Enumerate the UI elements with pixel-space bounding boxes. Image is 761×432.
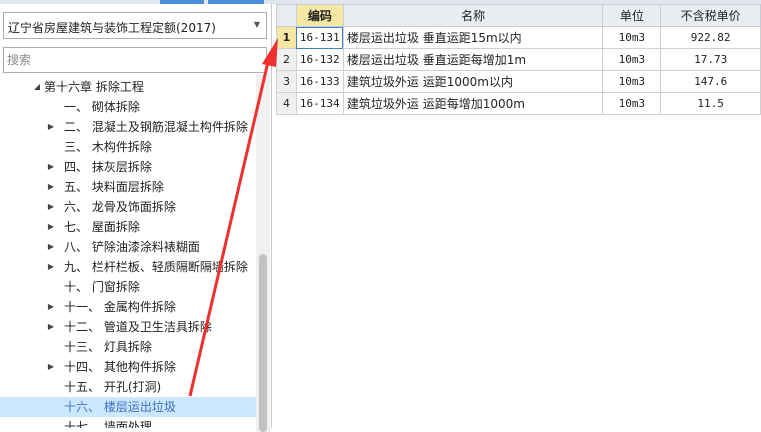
cell-unit[interactable]: 10m3 [602, 48, 662, 71]
cell-name[interactable]: 楼层运出垃圾 垂直运距15m以内 [342, 26, 604, 49]
tree-item[interactable]: 十七、 墙面处理 [0, 417, 256, 428]
table-row[interactable]: 3 16-133 建筑垃圾外运 运距1000m以内 10m3 147.6 [276, 70, 761, 93]
tree-item-label: 一、 砌体拆除 [64, 100, 140, 114]
header-rownum[interactable] [276, 4, 297, 27]
tree-item[interactable]: ▶ 五、 块料面层拆除 [0, 177, 256, 197]
tree-item-label: 四、 抹灰层拆除 [64, 160, 152, 174]
tree-item-label: 三、 木构件拆除 [64, 140, 152, 154]
tree-item[interactable]: ▶ 九、 栏杆栏板、轻质隔断隔墙拆除 [0, 257, 256, 277]
tree-item-label: 十、 门窗拆除 [64, 280, 140, 294]
quota-library-value: 辽宁省房屋建筑与装饰工程定额(2017) [8, 21, 216, 35]
tree-item-label: 十五、 开孔(打洞) [64, 380, 162, 394]
tree-item[interactable]: ▶ 十二、 管道及卫生洁具拆除 [0, 317, 256, 337]
chapter-tree: ◢ 第十六章 拆除工程一、 砌体拆除 ▶ 二、 混凝土及钢筋混凝土构件拆除 三、 木构件… [0, 74, 256, 428]
cell-unit[interactable]: 10m3 [602, 26, 662, 49]
tree-item[interactable]: ▶ 十四、 其他构件拆除 [0, 357, 256, 377]
tree-item[interactable]: ▶ 四、 抹灰层拆除 [0, 157, 256, 177]
expand-arrow-icon[interactable]: ▶ [46, 317, 56, 337]
expand-arrow-icon[interactable]: ▶ [46, 177, 56, 197]
expand-arrow-icon[interactable]: ▶ [46, 237, 56, 257]
table-row[interactable]: 1 16-131 楼层运出垃圾 垂直运距15m以内 10m3 922.82 [276, 26, 761, 49]
row-number[interactable]: 3 [276, 70, 297, 93]
tree-item[interactable]: 十六、 楼层运出垃圾 [0, 397, 256, 417]
tree-item-label: 六、 龙骨及饰面拆除 [64, 200, 176, 214]
cell-price[interactable]: 147.6 [660, 70, 761, 93]
tree-item-label: 十二、 管道及卫生洁具拆除 [64, 320, 212, 334]
quota-grid: 编码 名称 单位 不含税单价 1 16-131 楼层运出垃圾 垂直运距15m以内 10… [276, 4, 761, 115]
cell-unit[interactable]: 10m3 [602, 92, 662, 115]
cell-name[interactable]: 建筑垃圾外运 运距每增加1000m [342, 92, 604, 115]
table-row[interactable]: 4 16-134 建筑垃圾外运 运距每增加1000m 10m3 11.5 [276, 92, 761, 115]
tree-scrollbar[interactable] [256, 74, 270, 432]
quota-library-select[interactable]: 辽宁省房屋建筑与装饰工程定额(2017) ▼ [3, 12, 267, 39]
chevron-down-icon[interactable]: ▼ [254, 20, 260, 29]
left-pane: 辽宁省房屋建筑与装饰工程定额(2017) ▼ ◢第十六章 拆除工程一、 砌体拆除… [0, 4, 272, 432]
header-name[interactable]: 名称 [342, 4, 604, 27]
cell-price[interactable]: 11.5 [660, 92, 761, 115]
cell-price[interactable]: 922.82 [660, 26, 761, 49]
tree-item-label: 五、 块料面层拆除 [64, 180, 164, 194]
row-number[interactable]: 2 [276, 48, 297, 71]
tree-item[interactable]: 十三、 灯具拆除 [0, 337, 256, 357]
cell-name[interactable]: 楼层运出垃圾 垂直运距每增加1m [342, 48, 604, 71]
expand-arrow-icon[interactable]: ▶ [46, 117, 56, 137]
tree-item-label: 九、 栏杆栏板、轻质隔断隔墙拆除 [64, 260, 248, 274]
tree-item[interactable]: ▶ 六、 龙骨及饰面拆除 [0, 197, 256, 217]
tree-item-label: 十七、 墙面处理 [64, 420, 152, 428]
tree-item[interactable]: 一、 砌体拆除 [0, 97, 256, 117]
expand-arrow-icon[interactable]: ▶ [46, 157, 56, 177]
cell-unit[interactable]: 10m3 [602, 70, 662, 93]
expand-arrow-icon[interactable]: ▶ [46, 197, 56, 217]
tree-item[interactable]: 三、 木构件拆除 [0, 137, 256, 157]
table-row[interactable]: 2 16-132 楼层运出垃圾 垂直运距每增加1m 10m3 17.73 [276, 48, 761, 71]
header-price[interactable]: 不含税单价 [660, 4, 761, 27]
tree-item-label: 十三、 灯具拆除 [64, 340, 152, 354]
tree-item[interactable]: 十五、 开孔(打洞) [0, 377, 256, 397]
tree-item[interactable]: ◢ 第十六章 拆除工程 [0, 77, 256, 97]
cell-code[interactable]: 16-134 [295, 92, 344, 115]
tree-item-label: 十一、 金属构件拆除 [64, 300, 176, 314]
tree-item-label: 十四、 其他构件拆除 [64, 360, 176, 374]
cell-name[interactable]: 建筑垃圾外运 运距1000m以内 [342, 70, 604, 93]
grid-header-row: 编码 名称 单位 不含税单价 [276, 4, 761, 27]
row-number[interactable]: 4 [276, 92, 297, 115]
expand-arrow-icon[interactable]: ▶ [46, 217, 56, 237]
header-unit[interactable]: 单位 [602, 4, 662, 27]
header-code[interactable]: 编码 [295, 4, 344, 27]
tree-item[interactable]: ▶ 十一、 金属构件拆除 [0, 297, 256, 317]
tree-item-label: 十六、 楼层运出垃圾 [64, 400, 176, 414]
expand-arrow-icon[interactable]: ▶ [46, 257, 56, 277]
tree-item-label: 八、 铲除油漆涂料裱糊面 [64, 240, 200, 254]
cell-code[interactable]: 16-132 [295, 48, 344, 71]
collapse-arrow-icon[interactable]: ◢ [32, 77, 42, 97]
tree-item-label: 第十六章 拆除工程 [44, 80, 144, 94]
tree-item-label: 七、 屋面拆除 [64, 220, 140, 234]
cell-code[interactable]: 16-133 [295, 70, 344, 93]
tree-item[interactable]: ▶ 七、 屋面拆除 [0, 217, 256, 237]
row-number[interactable]: 1 [276, 26, 297, 49]
tree-scroll-thumb[interactable] [259, 254, 267, 432]
search-input[interactable] [3, 47, 267, 73]
expand-arrow-icon[interactable]: ▶ [46, 357, 56, 377]
tree-item[interactable]: 十、 门窗拆除 [0, 277, 256, 297]
expand-arrow-icon[interactable]: ▶ [46, 297, 56, 317]
cell-price[interactable]: 17.73 [660, 48, 761, 71]
quota-grid-pane: 编码 名称 单位 不含税单价 1 16-131 楼层运出垃圾 垂直运距15m以内 10… [276, 4, 761, 428]
cell-code[interactable]: 16-131 [295, 26, 344, 49]
tree-item-label: 二、 混凝土及钢筋混凝土构件拆除 [64, 120, 248, 134]
tree-item[interactable]: ▶ 八、 铲除油漆涂料裱糊面 [0, 237, 256, 257]
tree-item[interactable]: ▶ 二、 混凝土及钢筋混凝土构件拆除 [0, 117, 256, 137]
